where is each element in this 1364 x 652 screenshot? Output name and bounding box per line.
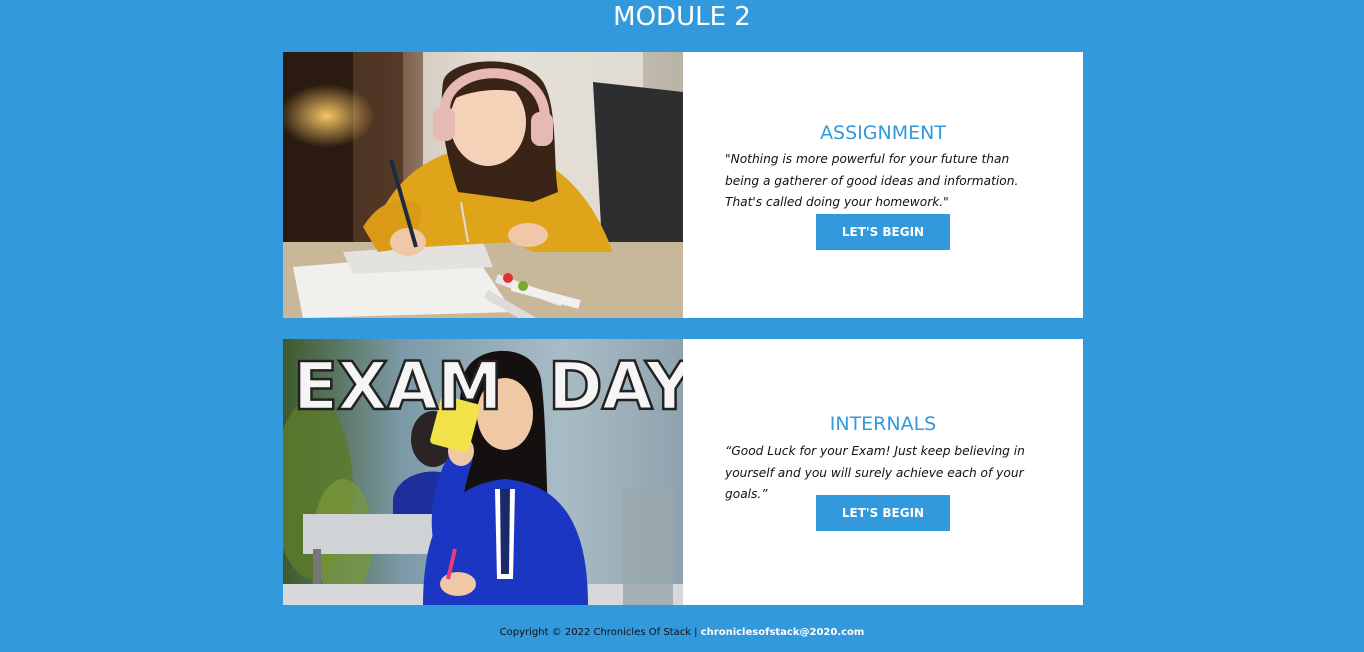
lets-begin-button-internals[interactable]: LET'S BEGIN <box>816 495 950 531</box>
footer-email-link[interactable]: chroniclesofstack@2020.com <box>701 627 865 638</box>
footer-copyright: Copyright © 2022 Chronicles Of Stack | <box>499 627 701 638</box>
page-title: MODULE 2 <box>613 2 751 32</box>
exam-text-right: DAY <box>548 348 683 425</box>
exam-day-photo-illustration: EXAM DAY <box>283 339 683 605</box>
exam-text-left: EXAM <box>293 348 502 425</box>
card-heading-assignment: ASSIGNMENT <box>820 122 946 144</box>
footer: Copyright © 2022 Chronicles Of Stack | c… <box>0 625 1364 641</box>
card-heading-internals: INTERNALS <box>829 413 937 435</box>
assignment-card: ASSIGNMENT "Nothing is more powerful for… <box>283 52 1083 318</box>
assignment-image <box>283 52 683 318</box>
assignment-card-body: ASSIGNMENT "Nothing is more powerful for… <box>683 52 1083 318</box>
homework-photo-illustration <box>283 52 683 318</box>
lets-begin-button-assignment[interactable]: LET'S BEGIN <box>816 214 950 250</box>
internals-card-body: INTERNALS “Good Luck for your Exam! Just… <box>683 339 1083 605</box>
card-quote-assignment: "Nothing is more powerful for your futur… <box>725 152 1019 209</box>
internals-image: EXAM DAY <box>283 339 683 605</box>
internals-card: EXAM DAY INTERNALS “Good Luck for your E… <box>283 339 1083 605</box>
